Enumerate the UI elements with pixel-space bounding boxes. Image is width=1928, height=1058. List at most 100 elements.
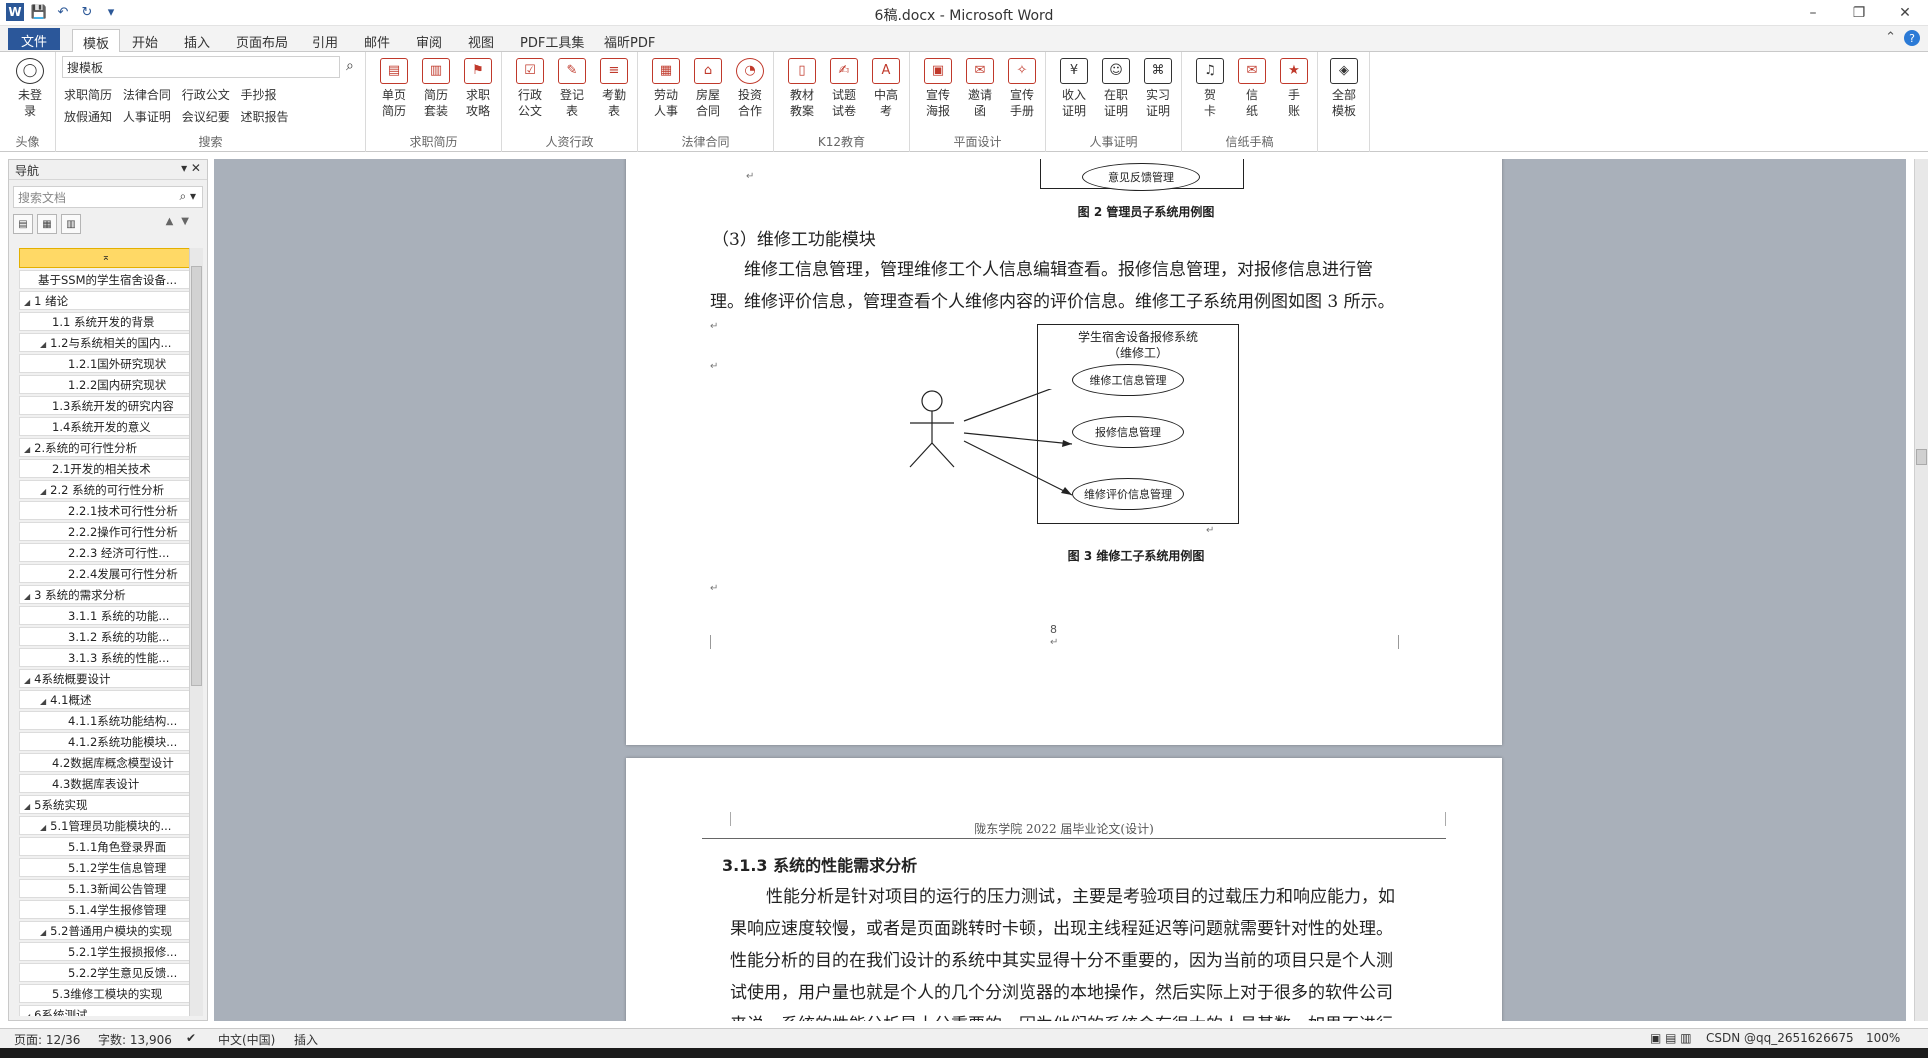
tab-templates[interactable]: 模板 bbox=[72, 29, 121, 52]
status-insert-mode[interactable]: 插入 bbox=[294, 1031, 318, 1048]
link-hr-certificate[interactable]: 人事证明 bbox=[123, 110, 171, 124]
house-contract-button[interactable]: ⌂ 房屋 合同 bbox=[688, 58, 728, 119]
document-area[interactable]: 意见反馈管理 ↵ 图 2 管理员子系统用例图 （3）维修工功能模块 维修工信息管… bbox=[214, 159, 1906, 1021]
minimize-button[interactable]: – bbox=[1790, 0, 1836, 26]
link-handwritten-paper[interactable]: 手抄报 bbox=[241, 88, 277, 102]
entrance-exam-button[interactable]: A 中高考 bbox=[866, 58, 906, 119]
nav-item[interactable]: ◢ 3 系统的需求分析 bbox=[19, 585, 193, 604]
nav-item[interactable]: 1.2.2国内研究现状 bbox=[19, 375, 193, 394]
nav-item[interactable]: 2.2.4发展可行性分析 bbox=[19, 564, 193, 583]
nav-item[interactable]: ◢6系统测试 bbox=[19, 1005, 193, 1016]
employment-cert-button[interactable]: ☺ 在职 证明 bbox=[1096, 58, 1136, 119]
nav-item[interactable]: ◢ 2.系统的可行性分析 bbox=[19, 438, 193, 457]
attendance-form-button[interactable]: ≡ 考勤表 bbox=[594, 58, 634, 119]
nav-item[interactable]: 1.2.1国外研究现状 bbox=[19, 354, 193, 373]
nav-prev-next-icon[interactable]: ▲▼ bbox=[166, 216, 197, 227]
tab-page-layout[interactable]: 页面布局 bbox=[226, 29, 298, 52]
nav-item[interactable]: 5.1.1角色登录界面 bbox=[19, 837, 193, 856]
template-search-input[interactable]: 搜模板 bbox=[62, 56, 340, 78]
nav-item[interactable]: ◢ 5.2普通用户模块的实现 bbox=[19, 921, 193, 940]
tab-insert[interactable]: 插入 bbox=[174, 29, 220, 52]
all-templates-button[interactable]: ◈ 全部 模板 bbox=[1324, 58, 1364, 119]
letter-paper-button[interactable]: ✉ 信纸 bbox=[1232, 58, 1272, 119]
nav-item[interactable]: 5.1.3新闻公告管理 bbox=[19, 879, 193, 898]
single-resume-button[interactable]: ▤ 单页 简历 bbox=[374, 58, 414, 119]
nav-item[interactable]: 4.3数据库表设计 bbox=[19, 774, 193, 793]
link-contract[interactable]: 法律合同 bbox=[123, 88, 171, 102]
nav-item[interactable]: 1.1 系统开发的背景 bbox=[19, 312, 193, 331]
headings-view-icon[interactable]: ▤ bbox=[13, 214, 33, 234]
nav-item[interactable]: 5.2.1学生报损报修... bbox=[19, 942, 193, 961]
link-holiday-notice[interactable]: 放假通知 bbox=[64, 110, 112, 124]
view-mode-icon[interactable]: ▣ ▤ ▥ bbox=[1650, 1031, 1692, 1045]
journal-button[interactable]: ★ 手账 bbox=[1274, 58, 1314, 119]
tab-home[interactable]: 开始 bbox=[122, 29, 168, 52]
poster-button[interactable]: ▣ 宣传 海报 bbox=[918, 58, 958, 119]
nav-item[interactable]: 5.1.2学生信息管理 bbox=[19, 858, 193, 877]
nav-item[interactable]: 4.1.1系统功能结构... bbox=[19, 711, 193, 730]
nav-item[interactable]: 2.1开发的相关技术 bbox=[19, 459, 193, 478]
job-guide-button[interactable]: ⚑ 求职 攻略 bbox=[458, 58, 498, 119]
nav-item[interactable]: ◢ 5系统实现 bbox=[19, 795, 193, 814]
nav-item[interactable]: 5.3维修工模块的实现 bbox=[19, 984, 193, 1003]
exam-paper-button[interactable]: ✍ 试题 试卷 bbox=[824, 58, 864, 119]
close-button[interactable]: ✕ bbox=[1882, 0, 1928, 26]
admin-doc-button[interactable]: ☑ 行政 公文 bbox=[510, 58, 550, 119]
tab-file[interactable]: 文件 bbox=[8, 28, 60, 50]
nav-search-input[interactable]: 搜索文档 ⌕ ▾ bbox=[13, 186, 203, 208]
nav-scroll-thumb[interactable] bbox=[191, 266, 202, 686]
investment-button[interactable]: ◔ 投资 合作 bbox=[730, 58, 770, 119]
search-icon[interactable]: ⌕ ▾ bbox=[179, 189, 196, 204]
resume-set-button[interactable]: ▥ 简历 套装 bbox=[416, 58, 456, 119]
document-page[interactable]: 陇东学院 2022 届毕业论文(设计) 3.1.3 系统的性能需求分析 性能分析… bbox=[626, 758, 1502, 1021]
textbook-button[interactable]: ▯ 教材 教案 bbox=[782, 58, 822, 119]
nav-item[interactable]: ◢ 1 绪论 bbox=[19, 291, 193, 310]
tab-view[interactable]: 视图 bbox=[458, 29, 504, 52]
results-view-icon[interactable]: ▥ bbox=[61, 214, 81, 234]
document-scroll-thumb[interactable] bbox=[1916, 449, 1927, 465]
brochure-button[interactable]: ✧ 宣传 手册 bbox=[1002, 58, 1042, 119]
nav-item[interactable]: 3.1.1 系统的功能... bbox=[19, 606, 193, 625]
internship-cert-button[interactable]: ⌘ 实习 证明 bbox=[1138, 58, 1178, 119]
nav-item[interactable]: 4.2数据库概念模型设计 bbox=[19, 753, 193, 772]
labor-contract-button[interactable]: ▦ 劳动 人事 bbox=[646, 58, 686, 119]
nav-item[interactable]: 基于SSM的学生宿舍设备... bbox=[19, 270, 193, 289]
nav-item[interactable]: 2.2.1技术可行性分析 bbox=[19, 501, 193, 520]
nav-scrollbar[interactable] bbox=[189, 248, 203, 1016]
nav-item[interactable]: ◢ 4.1概述 bbox=[19, 690, 193, 709]
tab-mailings[interactable]: 邮件 bbox=[354, 29, 400, 52]
collapse-handle[interactable]: ⌅ bbox=[19, 248, 193, 268]
nav-item[interactable]: 2.2.3 经济可行性... bbox=[19, 543, 193, 562]
ribbon-collapse-icon[interactable]: ⌃ bbox=[1885, 30, 1896, 46]
link-resume[interactable]: 求职简历 bbox=[64, 88, 112, 102]
restore-button[interactable]: ❐ bbox=[1836, 0, 1882, 26]
link-official-doc[interactable]: 行政公文 bbox=[182, 88, 230, 102]
tab-pdf-tools[interactable]: PDF工具集 bbox=[510, 29, 594, 52]
greeting-card-button[interactable]: ♫ 贺卡 bbox=[1190, 58, 1230, 119]
pages-view-icon[interactable]: ▦ bbox=[37, 214, 57, 234]
nav-item[interactable]: 5.2.2学生意见反馈... bbox=[19, 963, 193, 982]
status-language[interactable]: 中文(中国) bbox=[218, 1031, 275, 1048]
status-word-count[interactable]: 字数: 13,906 bbox=[98, 1031, 172, 1048]
nav-item[interactable]: ◢ 1.2与系统相关的国内... bbox=[19, 333, 193, 352]
link-meeting-minutes[interactable]: 会议纪要 bbox=[182, 110, 230, 124]
nav-close-icon[interactable]: ▾ ✕ bbox=[181, 161, 201, 175]
tab-review[interactable]: 审阅 bbox=[406, 29, 452, 52]
nav-item[interactable]: ◢ 4系统概要设计 bbox=[19, 669, 193, 688]
nav-item[interactable]: ◢ 5.1管理员功能模块的... bbox=[19, 816, 193, 835]
status-page[interactable]: 页面: 12/36 bbox=[14, 1031, 80, 1048]
nav-item[interactable]: ◢ 2.2 系统的可行性分析 bbox=[19, 480, 193, 499]
nav-item[interactable]: 1.4系统开发的意义 bbox=[19, 417, 193, 436]
login-button[interactable]: ◯ 未登 录 bbox=[10, 58, 50, 119]
link-work-report[interactable]: 述职报告 bbox=[241, 110, 289, 124]
tab-references[interactable]: 引用 bbox=[302, 29, 348, 52]
register-form-button[interactable]: ✎ 登记表 bbox=[552, 58, 592, 119]
nav-item[interactable]: 3.1.2 系统的功能... bbox=[19, 627, 193, 646]
document-page[interactable]: 意见反馈管理 ↵ 图 2 管理员子系统用例图 （3）维修工功能模块 维修工信息管… bbox=[626, 159, 1502, 745]
help-icon[interactable]: ? bbox=[1904, 30, 1920, 46]
nav-item[interactable]: 5.1.4学生报修管理 bbox=[19, 900, 193, 919]
invitation-button[interactable]: ✉ 邀请函 bbox=[960, 58, 1000, 119]
proofing-icon[interactable]: ✔ bbox=[186, 1031, 196, 1045]
nav-item[interactable]: 4.1.2系统功能模块... bbox=[19, 732, 193, 751]
nav-item[interactable]: 3.1.3 系统的性能... bbox=[19, 648, 193, 667]
